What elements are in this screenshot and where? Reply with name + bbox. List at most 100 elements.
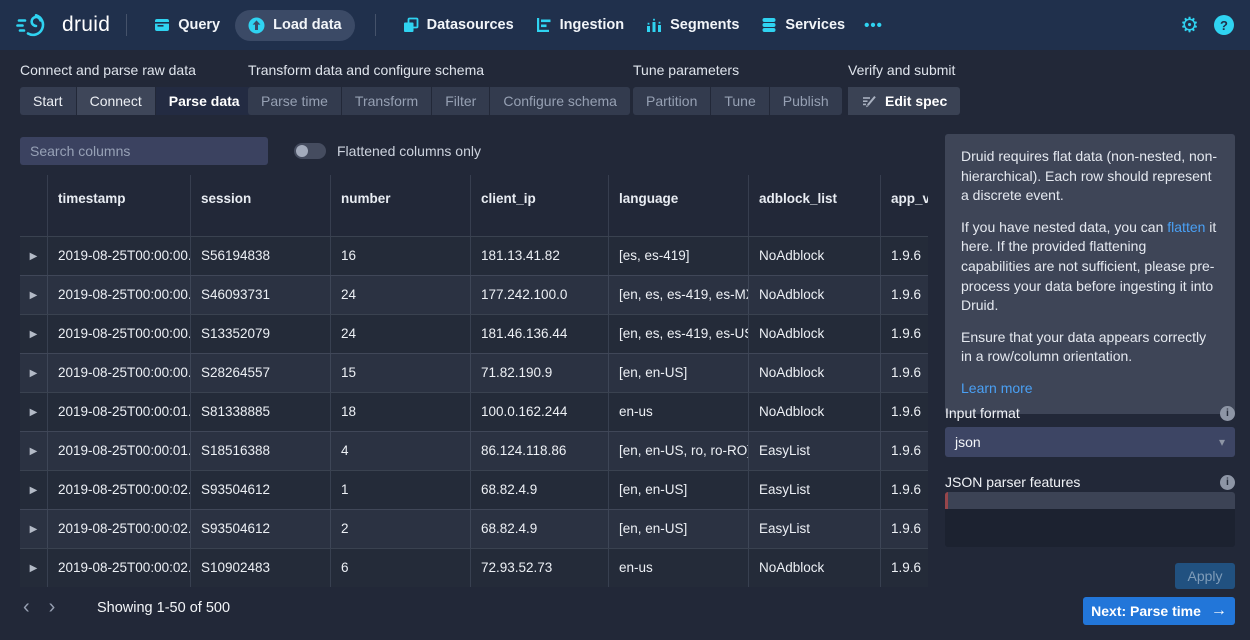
cell-timestamp: 2019-08-25T00:00:02.6 — [47, 549, 190, 587]
step-group-verify: Verify and submit Edit spec — [848, 62, 960, 115]
next-page-icon[interactable]: › — [49, 596, 56, 618]
cell-timestamp: 2019-08-25T00:00:01.2 — [47, 393, 190, 431]
step-edit-spec[interactable]: Edit spec — [848, 87, 960, 115]
nav-item-services[interactable]: Services — [761, 17, 845, 33]
step-group-tune: Tune parameters Partition Tune Publish — [633, 62, 842, 115]
input-format-label-row: Input format i — [945, 405, 1235, 421]
step-connect[interactable]: Connect — [77, 87, 155, 115]
filter-bar: Flattened columns only — [20, 137, 481, 165]
column-header-client-ip[interactable]: client_ip — [470, 175, 608, 236]
cell-session: S93504612 — [190, 510, 330, 548]
text-caret — [945, 492, 948, 509]
nav-more-button[interactable]: ••• — [864, 17, 883, 34]
step-group-label: Tune parameters — [633, 62, 842, 78]
step-filter[interactable]: Filter — [432, 87, 489, 115]
row-expander-icon[interactable]: ▶ — [20, 510, 47, 548]
column-header-app-v[interactable]: app_v — [880, 175, 928, 236]
row-expander-icon[interactable]: ▶ — [20, 237, 47, 275]
nav-item-query[interactable]: Query — [154, 17, 220, 33]
nav-item-datasources[interactable]: Datasources — [403, 17, 514, 33]
step-parse-data[interactable]: Parse data — [156, 87, 253, 115]
table-row: ▶ 2019-08-25T00:00:02.5 S93504612 1 68.8… — [20, 470, 928, 509]
table-body: ▶ 2019-08-25T00:00:00.0 S56194838 16 181… — [20, 236, 928, 587]
prev-page-icon[interactable]: ‹ — [23, 596, 30, 618]
step-tune[interactable]: Tune — [711, 87, 768, 115]
step-group-connect: Connect and parse raw data Start Connect… — [20, 62, 253, 115]
step-publish[interactable]: Publish — [770, 87, 842, 115]
settings-gear-icon[interactable]: ⚙ — [1180, 15, 1199, 36]
row-expander-icon[interactable]: ▶ — [20, 315, 47, 353]
expander-header — [20, 175, 47, 236]
help-icon[interactable]: ? — [1214, 15, 1234, 35]
query-icon — [154, 17, 170, 33]
column-header-language[interactable]: language — [608, 175, 748, 236]
column-header-adblock-list[interactable]: adblock_list — [748, 175, 880, 236]
row-expander-icon[interactable]: ▶ — [20, 393, 47, 431]
toggle-label: Flattened columns only — [337, 143, 481, 159]
row-expander-icon[interactable]: ▶ — [20, 276, 47, 314]
row-expander-icon[interactable]: ▶ — [20, 432, 47, 470]
next-button-label: Next: Parse time — [1091, 603, 1201, 619]
cell-timestamp: 2019-08-25T00:00:00.9 — [47, 354, 190, 392]
step-edit-spec-label: Edit spec — [885, 93, 947, 109]
apply-button[interactable]: Apply — [1175, 563, 1235, 589]
row-expander-icon[interactable]: ▶ — [20, 549, 47, 587]
column-header-number[interactable]: number — [330, 175, 470, 236]
step-partition[interactable]: Partition — [633, 87, 710, 115]
upload-circle-icon — [248, 17, 265, 34]
input-format-select[interactable]: json ▾ — [945, 427, 1235, 457]
cell-client-ip: 86.124.118.86 — [470, 432, 608, 470]
column-header-session[interactable]: session — [190, 175, 330, 236]
row-expander-icon[interactable]: ▶ — [20, 471, 47, 509]
druid-logo[interactable]: druid — [16, 11, 110, 39]
cell-app-v: 1.9.6 — [880, 549, 928, 587]
json-parser-label-row: JSON parser features i — [945, 474, 1235, 490]
cell-number: 18 — [330, 393, 470, 431]
flatten-link[interactable]: flatten — [1167, 219, 1205, 235]
search-columns-input[interactable] — [20, 137, 268, 165]
cell-client-ip: 181.13.41.82 — [470, 237, 608, 275]
column-header-timestamp[interactable]: timestamp — [47, 175, 190, 236]
showing-status: Showing 1-50 of 500 — [97, 600, 230, 616]
cell-number: 24 — [330, 315, 470, 353]
cell-language: [en, en-US] — [608, 354, 748, 392]
row-expander-icon[interactable]: ▶ — [20, 354, 47, 392]
services-icon — [761, 17, 777, 33]
nav-item-load-data[interactable]: Load data — [235, 10, 354, 41]
step-group-label: Verify and submit — [848, 62, 960, 78]
cell-session: S46093731 — [190, 276, 330, 314]
next-parse-time-button[interactable]: Next: Parse time → — [1083, 597, 1235, 625]
cell-client-ip: 71.82.190.9 — [470, 354, 608, 392]
nav-item-ingestion[interactable]: Ingestion — [536, 17, 624, 33]
cell-session: S18516388 — [190, 432, 330, 470]
cell-client-ip: 181.46.136.44 — [470, 315, 608, 353]
step-configure-schema[interactable]: Configure schema — [490, 87, 630, 115]
table-row: ▶ 2019-08-25T00:00:01.8 S18516388 4 86.1… — [20, 431, 928, 470]
learn-more-link[interactable]: Learn more — [961, 380, 1033, 396]
step-group-label: Connect and parse raw data — [20, 62, 253, 78]
step-transform[interactable]: Transform — [342, 87, 431, 115]
nav-right: ⚙ ? — [1180, 15, 1234, 36]
step-start[interactable]: Start — [20, 87, 76, 115]
json-parser-features-input[interactable] — [945, 492, 1235, 547]
load-data-steps: Connect and parse raw data Start Connect… — [0, 62, 1250, 128]
cell-adblock-list: NoAdblock — [748, 315, 880, 353]
cell-timestamp: 2019-08-25T00:00:01.8 — [47, 432, 190, 470]
cell-timestamp: 2019-08-25T00:00:00.0 — [47, 276, 190, 314]
cell-timestamp: 2019-08-25T00:00:02.5 — [47, 471, 190, 509]
nav-item-segments[interactable]: Segments — [646, 17, 739, 33]
cell-number: 6 — [330, 549, 470, 587]
edit-spec-icon — [861, 93, 877, 109]
cell-timestamp: 2019-08-25T00:00:02.5 — [47, 510, 190, 548]
cell-adblock-list: EasyList — [748, 510, 880, 548]
info-icon[interactable]: i — [1220, 475, 1235, 490]
parse-data-table: timestamp session number client_ip langu… — [20, 175, 928, 587]
cell-language: en-us — [608, 549, 748, 587]
step-parse-time[interactable]: Parse time — [248, 87, 341, 115]
flattened-columns-toggle[interactable] — [294, 143, 326, 159]
info-icon[interactable]: i — [1220, 406, 1235, 421]
cell-client-ip: 68.82.4.9 — [470, 510, 608, 548]
cell-adblock-list: EasyList — [748, 432, 880, 470]
nav-item-label: Ingestion — [560, 17, 624, 33]
cell-timestamp: 2019-08-25T00:00:00.0 — [47, 237, 190, 275]
